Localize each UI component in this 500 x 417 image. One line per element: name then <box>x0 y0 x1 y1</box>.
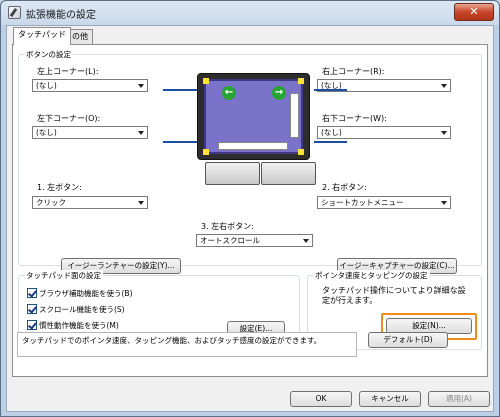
pointer-speed-description: タッチパッド操作についてより詳細な設定が行えます。 <box>322 286 466 305</box>
corner-marker <box>203 78 209 84</box>
touchpad-screen: ← → <box>203 78 304 155</box>
left-button-value: クリック <box>36 198 66 207</box>
bottom-right-corner-select[interactable]: (なし) <box>317 126 451 139</box>
chevron-down-icon <box>138 84 144 88</box>
top-left-corner-label: 左上コーナー(L): <box>37 67 99 76</box>
bottom-right-corner-label: 右下コーナー(W): <box>322 114 387 123</box>
both-buttons-label: 3. 左右ボタン: <box>201 222 254 231</box>
chevron-down-icon <box>441 84 447 88</box>
corner-marker <box>298 78 304 84</box>
chevron-down-icon <box>138 131 144 135</box>
apply-button[interactable]: 適用(A) <box>428 391 490 407</box>
both-buttons-value: オートスクロール <box>200 236 260 245</box>
chevron-down-icon <box>441 201 447 205</box>
chevron-down-icon <box>138 201 144 205</box>
button-settings-group: ボタンの設定 左上コーナー(L): (なし) 右上コーナー(R): (なし) 左… <box>18 49 482 274</box>
bottom-right-corner-value: (なし) <box>321 128 342 137</box>
right-button-value: ショートカットメニュー <box>321 198 404 207</box>
ok-button[interactable]: OK <box>290 391 352 407</box>
top-right-corner-label: 右上コーナー(R): <box>322 67 385 76</box>
left-button-label: 1. 左ボタン: <box>37 183 82 192</box>
pointer-speed-label: ポインタ速度とタッピングの設定 <box>313 270 430 281</box>
vertical-scroll-zone <box>290 93 299 138</box>
settings-window: 拡張機能の設定 ✕ タッチパッド その他 ボタンの設定 左上コーナー(L): (… <box>0 0 500 417</box>
inertia-checkbox[interactable]: 慣性動作機能を使う(M) <box>27 319 119 332</box>
bottom-left-corner-select[interactable]: (なし) <box>32 126 148 139</box>
scroll-function-checkbox[interactable]: スクロール機能を使う(S) <box>27 303 125 316</box>
corner-marker <box>298 149 304 155</box>
touchpad-illustration: ← → <box>197 73 310 160</box>
pad-surface-label: タッチパッド面の設定 <box>24 270 103 281</box>
default-button[interactable]: デフォルト(D) <box>368 332 448 348</box>
browser-assist-label: ブラウザ補助機能を使う(B) <box>39 289 133 298</box>
description-text: タッチパッドでのポインタ速度、タッピング機能、およびタッチ感度の設定ができます。 <box>17 332 357 357</box>
bottom-left-corner-label: 左下コーナー(O): <box>37 114 101 123</box>
touchpad-right-button-illustration <box>261 162 316 185</box>
callout-line-top-right <box>314 89 347 91</box>
right-button-label: 2. 右ボタン: <box>322 183 367 192</box>
callout-line-bottom-right <box>314 141 347 143</box>
forward-arrow-icon: → <box>272 86 286 100</box>
horizontal-scroll-zone <box>218 142 288 150</box>
browser-assist-checkbox[interactable]: ブラウザ補助機能を使う(B) <box>27 287 133 300</box>
window-title: 拡張機能の設定 <box>26 10 96 21</box>
cancel-button[interactable]: キャンセル <box>359 391 421 407</box>
tab-touchpad[interactable]: タッチパッド <box>13 27 71 45</box>
button-settings-label: ボタンの設定 <box>24 49 73 60</box>
settings-tool-icon <box>8 6 21 19</box>
checkmark-icon <box>27 319 37 330</box>
top-left-corner-value: (なし) <box>36 81 57 90</box>
right-button-select[interactable]: ショートカットメニュー <box>317 196 451 209</box>
chevron-down-icon <box>441 131 447 135</box>
corner-marker <box>203 149 209 155</box>
checkmark-icon <box>27 303 37 314</box>
touchpad-left-button-illustration <box>205 162 260 185</box>
close-button[interactable]: ✕ <box>454 3 494 21</box>
top-left-corner-select[interactable]: (なし) <box>32 79 148 92</box>
inertia-label: 慣性動作機能を使う(M) <box>39 321 119 330</box>
bottom-left-corner-value: (なし) <box>36 128 57 137</box>
back-arrow-icon: ← <box>222 86 236 100</box>
both-buttons-select[interactable]: オートスクロール <box>196 234 313 247</box>
left-button-select[interactable]: クリック <box>32 196 148 209</box>
title-bar[interactable]: 拡張機能の設定 ✕ <box>1 1 499 25</box>
chevron-down-icon <box>303 239 309 243</box>
touchpad-tab-panel: ボタンの設定 左上コーナー(L): (なし) 右上コーナー(R): (なし) 左… <box>12 44 488 377</box>
checkmark-icon <box>27 287 37 298</box>
scroll-function-label: スクロール機能を使う(S) <box>39 305 125 314</box>
dialog-client: タッチパッド その他 ボタンの設定 左上コーナー(L): (なし) 右上コーナー… <box>6 25 494 412</box>
